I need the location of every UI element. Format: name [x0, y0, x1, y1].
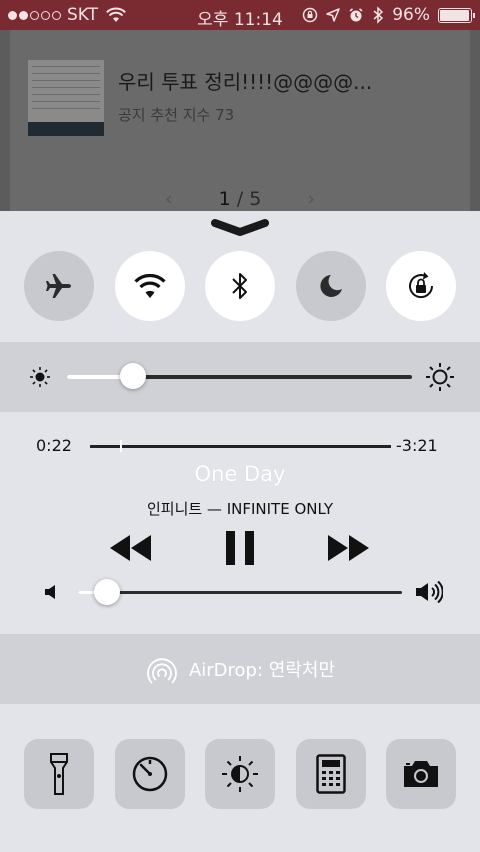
flashlight-icon: [50, 753, 68, 795]
wifi-icon: [133, 273, 166, 298]
volume-slider[interactable]: [78, 579, 402, 605]
pager-total: 5: [249, 188, 262, 210]
wifi-toggle[interactable]: [114, 251, 185, 321]
camera-button[interactable]: [386, 739, 456, 809]
rewind-button[interactable]: [108, 533, 152, 567]
rotation-lock-icon: [409, 272, 434, 299]
post-title: 우리 투표 정리!!!!@@@@...: [118, 70, 373, 94]
control-center: 0:22 -3:21 One Day 인피니트 — INFINITE ONLY: [0, 211, 480, 852]
airplane-mode-toggle[interactable]: [24, 251, 94, 321]
song-artist-album[interactable]: 인피니트 — INFINITE ONLY: [0, 498, 480, 519]
brightness-row: [0, 342, 480, 412]
lock-rotation-status-icon: [302, 7, 318, 23]
pager-separator: /: [230, 188, 250, 210]
playback-scrubber[interactable]: [90, 445, 391, 448]
remaining-time: -3:21: [396, 436, 438, 455]
do-not-disturb-toggle[interactable]: [295, 251, 366, 321]
volume-high-icon: [416, 580, 443, 604]
shortcut-row: [24, 739, 456, 809]
timer-icon: [132, 756, 167, 792]
music-player: 0:22 -3:21 One Day 인피니트 — INFINITE ONLY: [0, 412, 480, 634]
calculator-icon: [315, 754, 346, 794]
camera-icon: [404, 761, 438, 787]
status-bar: SKT 오후 11:14 96%: [0, 0, 480, 30]
volume-low-icon: [45, 585, 55, 599]
pager-prev-icon: ‹: [165, 188, 173, 210]
song-title[interactable]: One Day: [0, 462, 480, 486]
brightness-low-icon: [30, 367, 50, 387]
wifi-status-icon: [106, 7, 126, 22]
pause-button[interactable]: [224, 530, 256, 570]
brightness-slider-thumb[interactable]: [119, 363, 146, 389]
airplane-icon: [46, 274, 71, 298]
bluetooth-toggle[interactable]: [205, 251, 275, 321]
airdrop-button[interactable]: AirDrop: 연락처만: [0, 634, 480, 704]
airdrop-label: AirDrop: 연락처만: [188, 660, 336, 681]
status-right: 96%: [302, 5, 475, 25]
night-shift-icon: [222, 756, 258, 792]
signal-strength-icon: [8, 10, 61, 20]
bluetooth-icon: [232, 273, 247, 299]
rewind-icon: [110, 535, 151, 561]
night-shift-button[interactable]: [205, 739, 275, 809]
airdrop-icon: [147, 658, 177, 684]
fast-forward-button[interactable]: [327, 533, 371, 567]
pager: ‹ 1 / 5 ›: [10, 188, 470, 210]
carrier-name: SKT: [67, 5, 99, 25]
post-card: 우리 투표 정리!!!!@@@@... 공지 추천 지수 73 ‹ 1 / 5 …: [10, 30, 470, 220]
location-arrow-icon: [326, 8, 340, 22]
background-app: 우리 투표 정리!!!!@@@@... 공지 추천 지수 73 ‹ 1 / 5 …: [0, 30, 480, 220]
volume-slider-thumb[interactable]: [94, 579, 121, 605]
volume-row: [0, 572, 480, 612]
post-thumbnail: [28, 60, 104, 136]
pager-next-icon: ›: [307, 188, 315, 210]
status-left: SKT: [8, 5, 302, 25]
moon-icon: [319, 275, 342, 297]
elapsed-time: 0:22: [36, 436, 72, 455]
pause-icon: [226, 531, 254, 565]
toggle-row: [24, 251, 456, 321]
bluetooth-status-icon: [373, 6, 384, 24]
flashlight-button[interactable]: [24, 739, 94, 809]
chevron-down-icon[interactable]: [211, 217, 269, 237]
fast-forward-icon: [328, 535, 369, 561]
calculator-button[interactable]: [295, 739, 366, 809]
transport-controls: [0, 530, 480, 570]
pager-current: 1: [218, 188, 231, 210]
brightness-high-icon: [426, 363, 454, 391]
rotation-lock-toggle[interactable]: [386, 251, 456, 321]
timer-button[interactable]: [114, 739, 185, 809]
alarm-clock-icon: [349, 8, 363, 22]
battery-icon: [438, 7, 475, 23]
playback-scrubber-thumb[interactable]: [120, 440, 123, 452]
battery-percent: 96%: [392, 5, 430, 25]
post-meta: 공지 추천 지수 73: [118, 106, 235, 124]
brightness-slider[interactable]: [67, 363, 412, 389]
